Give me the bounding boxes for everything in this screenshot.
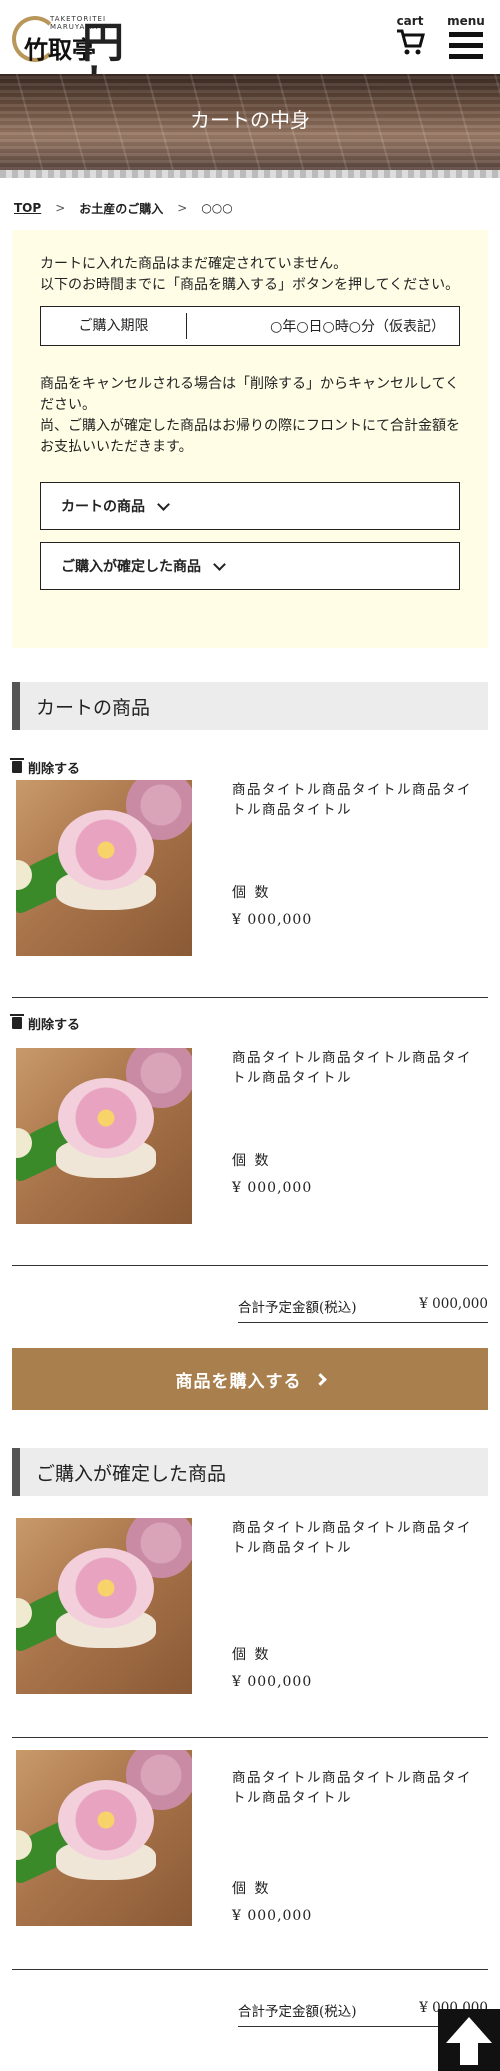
hero-divider — [0, 170, 500, 178]
delete-button[interactable]: 削除する — [10, 754, 488, 780]
confirmed-item: 商品タイトル商品タイトル商品タイトル商品タイトル 個 数 ¥ 000,000 — [12, 1518, 488, 1738]
confirmed-items-anchor-button[interactable]: ご購入が確定した商品 — [40, 542, 460, 590]
cart-label: cart — [396, 14, 424, 28]
cart-items-anchor-button[interactable]: カートの商品 — [40, 482, 460, 530]
product-quantity: 個 数 — [232, 1647, 271, 1663]
delete-button[interactable]: 削除する — [10, 1010, 488, 1036]
trash-icon — [10, 1014, 24, 1029]
cart-icon — [395, 29, 425, 60]
deadline-label: ご購入期限 — [41, 313, 187, 339]
total-value: ¥ 000,000 — [419, 1296, 488, 1312]
delete-label: 削除する — [28, 761, 81, 777]
breadcrumb: TOP > お土産のご購入 > ○○○ — [0, 178, 500, 222]
anchor-label: ご購入が確定した商品 — [61, 559, 201, 575]
purchase-label: 商品を購入する — [175, 1371, 302, 1392]
notice-text-1: カートに入れた商品はまだ確定されていません。 — [40, 256, 348, 272]
chevron-right-icon — [313, 1372, 327, 1386]
arrow-up-icon — [438, 2009, 500, 2071]
notice-payment-text: 尚、ご購入が確定した商品はお帰りの際にフロントにて合計金額をお支払いいただきます… — [40, 418, 460, 455]
product-price: ¥ 000,000 — [232, 1674, 313, 1690]
chevron-down-icon — [157, 497, 170, 511]
product-title[interactable]: 商品タイトル商品タイトル商品タイトル商品タイトル — [232, 780, 482, 820]
cart-button[interactable]: cart — [390, 14, 430, 62]
page-title: カートの中身 — [190, 108, 310, 132]
page-hero: カートの中身 — [0, 74, 500, 170]
chevron-down-icon — [213, 557, 226, 571]
product-title[interactable]: 商品タイトル商品タイトル商品タイトル商品タイトル — [232, 1768, 482, 1808]
purchase-button[interactable]: 商品を購入する — [12, 1348, 488, 1410]
notice-text-2: 以下のお時間までに「商品を購入する」ボタンを押してください。 — [40, 277, 460, 293]
menu-button[interactable]: menu — [444, 14, 488, 62]
deadline-value: ○年○日○時○分（仮表記） — [270, 319, 445, 335]
breadcrumb-item-souvenir[interactable]: お土産のご購入 — [79, 200, 163, 217]
anchor-label: カートの商品 — [61, 499, 145, 515]
page-top-button[interactable] — [438, 2009, 500, 2071]
menu-label: menu — [447, 14, 485, 28]
product-quantity: 個 数 — [232, 1153, 271, 1169]
product-image[interactable] — [16, 780, 192, 956]
trash-icon — [10, 758, 24, 773]
cart-total: 合計予定金額(税込) ¥ 000,000 — [12, 1266, 488, 1323]
product-image[interactable] — [16, 1518, 192, 1694]
site-logo[interactable]: TAKETORITEI MARUYAMA 竹取亭 円し — [12, 8, 152, 106]
total-label: 合計予定金額(税込) — [238, 1300, 357, 1316]
notice-cancel-text: 商品をキャンセルされる場合は「削除する」からキャンセルしてください。 — [40, 376, 460, 413]
product-title[interactable]: 商品タイトル商品タイトル商品タイトル商品タイトル — [232, 1048, 482, 1088]
breadcrumb-separator: > — [177, 201, 188, 215]
product-price: ¥ 000,000 — [232, 912, 313, 928]
confirmed-section-title: ご購入が確定した商品 — [12, 1448, 488, 1496]
confirmed-total: 合計予定金額(税込) ¥ 000,000 — [12, 1970, 488, 2027]
delete-label: 削除する — [28, 1017, 81, 1033]
breadcrumb-top-link[interactable]: TOP — [14, 201, 41, 215]
product-image[interactable] — [16, 1048, 192, 1224]
confirmed-item: 商品タイトル商品タイトル商品タイトル商品タイトル 個 数 ¥ 000,000 — [12, 1738, 488, 1970]
total-label: 合計予定金額(税込) — [238, 2004, 357, 2020]
cart-item: 削除する 商品タイトル商品タイトル商品タイトル商品タイトル 個 数 ¥ 000,… — [10, 1010, 488, 1266]
breadcrumb-current: ○○○ — [201, 201, 233, 215]
product-image[interactable] — [16, 1750, 192, 1926]
cart-section-title: カートの商品 — [12, 682, 488, 730]
hamburger-menu-icon — [449, 32, 483, 59]
breadcrumb-separator: > — [55, 201, 66, 215]
site-header: TAKETORITEI MARUYAMA 竹取亭 円し cart menu — [0, 0, 500, 106]
cart-notice: カートに入れた商品はまだ確定されていません。 以下のお時間までに「商品を購入する… — [12, 230, 488, 648]
product-price: ¥ 000,000 — [232, 1180, 313, 1196]
product-title[interactable]: 商品タイトル商品タイトル商品タイトル商品タイトル — [232, 1518, 482, 1558]
product-quantity: 個 数 — [232, 885, 271, 901]
cart-item: 削除する 商品タイトル商品タイトル商品タイトル商品タイトル 個 数 ¥ 000,… — [10, 754, 488, 998]
product-price: ¥ 000,000 — [232, 1908, 313, 1924]
product-quantity: 個 数 — [232, 1881, 271, 1897]
purchase-deadline: ご購入期限 ○年○日○時○分（仮表記） — [40, 306, 460, 346]
